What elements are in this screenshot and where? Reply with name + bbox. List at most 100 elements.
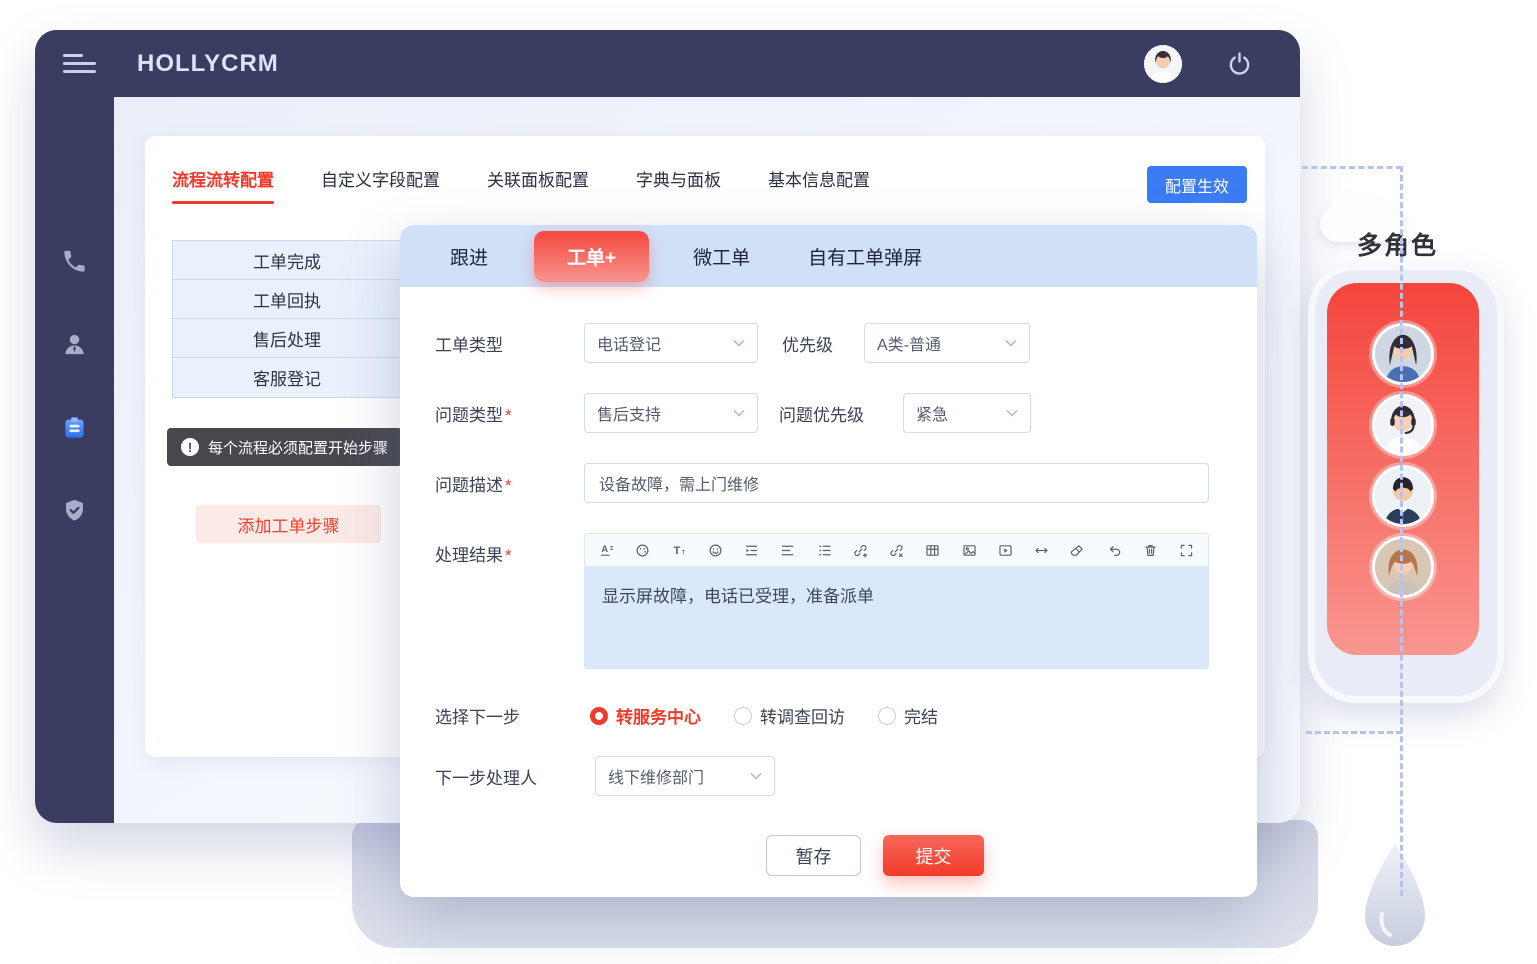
multi-role-caption: 多角色 [1357, 226, 1438, 262]
palette-icon[interactable] [634, 542, 651, 559]
avatar-agent-female-1 [1372, 323, 1434, 385]
list-item[interactable]: 工单回执 [173, 280, 401, 319]
svg-text:T: T [673, 544, 680, 556]
dashed-line [1306, 731, 1402, 734]
list-item[interactable]: 客服登记 [173, 358, 401, 397]
tab-flow-config[interactable]: 流程流转配置 [172, 166, 274, 204]
eraser-icon[interactable] [1069, 542, 1086, 559]
ticket-type-select[interactable]: 电话登记 [584, 323, 758, 363]
app-sidebar [35, 30, 114, 823]
result-editor-body[interactable]: 显示屏故障，电话已受理，准备派单 [584, 567, 1209, 669]
tab-follow-up[interactable]: 跟进 [450, 243, 488, 270]
user-avatar[interactable] [1144, 45, 1182, 83]
config-tabs: 流程流转配置 自定义字段配置 关联面板配置 字典与面板 基本信息配置 配置生效 [145, 136, 1265, 204]
ticket-type-label: 工单类型 [435, 331, 584, 356]
editor-toolbar: A TT [584, 533, 1209, 567]
next-handler-label: 下一步处理人 [435, 764, 584, 789]
delete-icon[interactable] [1142, 542, 1159, 559]
ticket-type-value: 电话登记 [597, 331, 661, 355]
video-icon[interactable] [997, 542, 1014, 559]
result-label: 处理结果* [435, 533, 584, 566]
exclamation-icon: ! [181, 438, 199, 456]
format-color-icon[interactable]: A [598, 542, 615, 559]
next-step-label: 选择下一步 [435, 703, 584, 728]
chevron-down-icon [733, 339, 745, 347]
issue-priority-label: 问题优先级 [779, 401, 903, 426]
role-panel [1327, 283, 1479, 655]
list-icon[interactable] [816, 542, 833, 559]
shield-check-icon[interactable] [61, 497, 88, 524]
issue-desc-input[interactable] [584, 463, 1209, 503]
workflow-step-list: 工单完成 工单回执 售后处理 客服登记 [172, 240, 402, 398]
avatar-agent-female-2 [1372, 536, 1434, 598]
power-icon[interactable] [1226, 50, 1253, 77]
radio-dot [734, 707, 752, 725]
tab-own-ticket-popup[interactable]: 自有工单弹屏 [808, 243, 922, 270]
next-handler-value: 线下维修部门 [608, 764, 704, 788]
list-item[interactable]: 工单完成 [173, 241, 401, 280]
modal-tab-bar: 跟进 工单+ 微工单 自有工单弹屏 [400, 225, 1257, 287]
priority-label: 优先级 [782, 331, 864, 356]
dashed-line [1302, 166, 1402, 169]
link-add-icon[interactable] [852, 542, 869, 559]
apply-config-button[interactable]: 配置生效 [1147, 166, 1247, 203]
ticket-modal: 跟进 工单+ 微工单 自有工单弹屏 工单类型 电话登记 优先级 A类-普通 问题… [400, 225, 1257, 897]
tab-basic-info[interactable]: 基本信息配置 [768, 166, 870, 204]
user-icon[interactable] [61, 331, 88, 358]
menu-icon[interactable] [63, 49, 96, 78]
radio-dot [590, 707, 608, 725]
phone-icon[interactable] [61, 248, 88, 275]
issue-priority-value: 紧急 [916, 401, 948, 425]
tab-ticket-plus[interactable]: 工单+ [534, 231, 649, 282]
list-item[interactable]: 售后处理 [173, 319, 401, 358]
next-handler-select[interactable]: 线下维修部门 [595, 756, 775, 796]
phone-mockup [1308, 263, 1504, 703]
issue-type-select[interactable]: 售后支持 [584, 393, 758, 433]
image-icon[interactable] [961, 542, 978, 559]
avatar-agent-headset [1372, 394, 1434, 456]
app-logo: HOLLYCRM [137, 50, 279, 78]
save-draft-button[interactable]: 暂存 [766, 835, 861, 876]
add-step-button[interactable]: 添加工单步骤 [196, 505, 381, 543]
ticket-form: 工单类型 电话登记 优先级 A类-普通 问题类型* 售后支持 问题优先级 [400, 287, 1257, 876]
fullscreen-icon[interactable] [1178, 542, 1195, 559]
priority-select[interactable]: A类-普通 [864, 323, 1030, 363]
screenshot-root: HOLLYCRM 流程流转配置 自定义字段配置 [0, 0, 1537, 964]
water-drop-decoration [1352, 842, 1438, 962]
chevron-down-icon [733, 409, 745, 417]
indent-icon[interactable] [743, 542, 760, 559]
tab-dictionary[interactable]: 字典与面板 [636, 166, 721, 204]
tab-linked-panel[interactable]: 关联面板配置 [487, 166, 589, 204]
tab-micro-ticket[interactable]: 微工单 [693, 243, 750, 270]
svg-text:T: T [681, 549, 685, 556]
font-size-icon[interactable]: TT [671, 542, 688, 559]
avatar-agent-male [1372, 465, 1434, 527]
align-left-icon[interactable] [779, 542, 796, 559]
issue-priority-select[interactable]: 紧急 [903, 393, 1031, 433]
chevron-down-icon [750, 772, 762, 780]
tab-custom-fields[interactable]: 自定义字段配置 [321, 166, 440, 204]
issue-desc-label: 问题描述* [435, 471, 584, 496]
svg-text:A: A [601, 544, 608, 554]
submit-button[interactable]: 提交 [883, 835, 984, 876]
chevron-down-icon [1006, 409, 1018, 417]
rich-text-editor: A TT [584, 533, 1209, 669]
radio-transfer-service-center[interactable]: 转服务中心 [590, 703, 701, 728]
issue-type-label: 问题类型* [435, 401, 584, 426]
radio-transfer-survey[interactable]: 转调查回访 [734, 703, 845, 728]
issue-type-value: 售后支持 [597, 401, 661, 425]
dashed-line [1400, 166, 1403, 896]
emoji-icon[interactable] [707, 542, 724, 559]
chevron-down-icon [1005, 339, 1017, 347]
priority-value: A类-普通 [877, 331, 941, 355]
link-off-icon[interactable] [888, 542, 905, 559]
radio-finish[interactable]: 完结 [878, 703, 938, 728]
notice-tooltip: ! 每个流程必须配置开始步骤 [167, 428, 402, 466]
table-icon[interactable] [924, 542, 941, 559]
undo-icon[interactable] [1106, 542, 1123, 559]
notice-text: 每个流程必须配置开始步骤 [208, 437, 388, 458]
divider-icon[interactable] [1033, 542, 1050, 559]
clipboard-icon[interactable] [61, 414, 88, 441]
radio-dot [878, 707, 896, 725]
app-header: HOLLYCRM [35, 30, 1300, 97]
